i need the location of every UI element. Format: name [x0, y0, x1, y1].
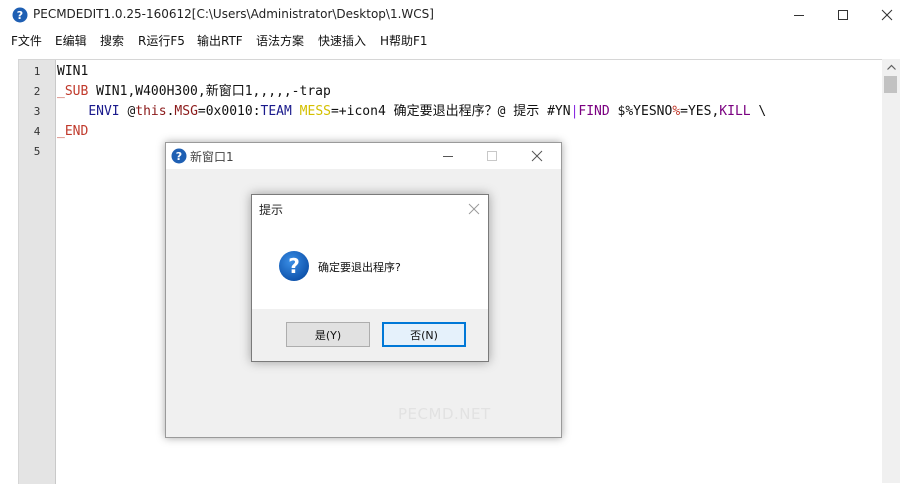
line-number-gutter: 1 2 3 4 5 — [19, 60, 56, 484]
menu-edit[interactable]: E编辑 — [55, 32, 87, 49]
dialog-body: ? 确定要退出程序? — [252, 221, 488, 309]
menu-search[interactable]: 搜索 — [100, 32, 124, 49]
close-icon — [531, 150, 543, 162]
dialog-title: 提示 — [259, 203, 284, 217]
code-token-percent: % — [672, 104, 681, 119]
menu-file[interactable]: F文件 — [11, 32, 42, 49]
maximize-icon — [487, 151, 497, 161]
title-bar: ? PECMDEDIT1.0.25-160612[C:\Users\Admini… — [0, 0, 910, 30]
vertical-scrollbar[interactable] — [882, 59, 900, 483]
code-token-kill: KILL — [719, 104, 751, 119]
line-number: 1 — [33, 65, 41, 78]
dialog-message: 确定要退出程序? — [318, 261, 401, 274]
code-token-this: this — [135, 104, 167, 119]
yes-button[interactable]: 是(Y) — [286, 322, 370, 347]
line-number: 3 — [33, 105, 41, 118]
menu-run[interactable]: R运行F5 — [138, 32, 185, 49]
code-token-team: TEAM — [260, 104, 292, 119]
message-dialog: 提示 ? 确定要退出程序? 是(Y) 否(N) — [251, 194, 489, 362]
code-token: @ — [119, 104, 136, 119]
question-icon: ? — [279, 251, 309, 281]
window-title: PECMDEDIT1.0.25-160612[C:\Users\Administ… — [33, 7, 434, 21]
code-token-end: _END — [57, 124, 89, 139]
code-token-msg: MSG — [174, 104, 198, 119]
scroll-up-button[interactable] — [882, 59, 900, 75]
minimize-button[interactable] — [776, 0, 822, 30]
app-question-icon: ? — [12, 7, 28, 23]
menu-help[interactable]: H帮助F1 — [380, 32, 428, 49]
question-icon: ? — [171, 148, 187, 164]
code-line-1: WIN1 — [57, 64, 88, 80]
dialog-footer: 是(Y) 否(N) — [252, 309, 488, 361]
code-token: =0x0010: — [197, 104, 261, 119]
code-line-4: _END — [57, 124, 88, 140]
scroll-thumb[interactable] — [884, 76, 897, 93]
minimize-icon — [794, 15, 804, 16]
line-number: 2 — [33, 85, 41, 98]
code-token: \ — [750, 104, 767, 119]
watermark-text: PECMD.NET — [398, 405, 491, 423]
code-token: WIN1,W400H300,新窗口1,,,,,-trap — [88, 84, 331, 99]
code-line-2: _SUB WIN1,W400H300,新窗口1,,,,,-trap — [57, 84, 331, 100]
child-close-button[interactable] — [517, 143, 557, 169]
child-maximize-button[interactable] — [472, 143, 512, 169]
maximize-button[interactable] — [820, 0, 866, 30]
menu-bar: F文件 E编辑 搜索 R运行F5 输出RTF 语法方案 快速插入 H帮助F1 — [0, 30, 910, 50]
close-icon — [881, 9, 893, 21]
menu-quick-insert[interactable]: 快速插入 — [318, 32, 366, 49]
child-title-bar: ? 新窗口1 — [166, 143, 561, 169]
code-token: =+icon4 确定要退出程序？@ 提示 #YN — [330, 104, 571, 119]
child-window-title: 新窗口1 — [190, 150, 234, 164]
code-token: $%YESNO — [609, 104, 673, 119]
close-button[interactable] — [864, 0, 910, 30]
minimize-icon — [443, 156, 453, 157]
line-number: 4 — [33, 125, 41, 138]
line-number: 5 — [33, 145, 41, 158]
code-token-sub: _SUB — [57, 84, 89, 99]
svg-text:?: ? — [17, 9, 23, 22]
no-button[interactable]: 否(N) — [382, 322, 466, 347]
code-token: =YES, — [680, 104, 720, 119]
child-minimize-button[interactable] — [428, 143, 468, 169]
code-line-3: ENVI @this.MSG=0x0010:TEAM MESS=+icon4 确… — [57, 104, 766, 120]
dialog-close-button[interactable] — [466, 201, 482, 217]
chevron-up-icon — [886, 64, 896, 70]
code-token: WIN1 — [57, 64, 89, 79]
maximize-icon — [838, 10, 848, 20]
code-token-find: FIND — [578, 104, 610, 119]
code-token-mess: MESS — [299, 104, 331, 119]
code-token-envi: ENVI — [88, 104, 120, 119]
close-icon — [468, 203, 480, 215]
svg-text:?: ? — [176, 150, 182, 163]
menu-export-rtf[interactable]: 输出RTF — [197, 32, 243, 49]
svg-text:?: ? — [288, 254, 300, 278]
menu-syntax-scheme[interactable]: 语法方案 — [256, 32, 304, 49]
